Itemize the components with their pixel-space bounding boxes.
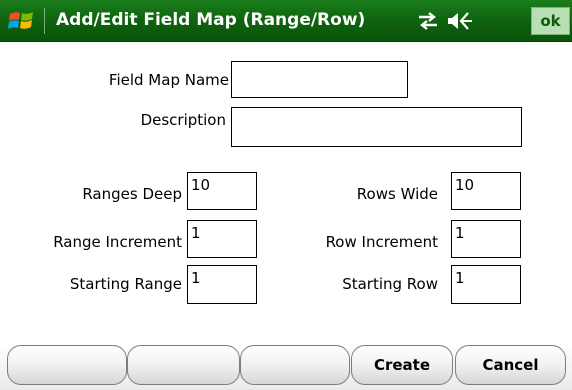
field-map-name-label: Field Map Name [108, 71, 229, 89]
ranges-deep-input[interactable]: 10 [187, 172, 257, 210]
title-separator [44, 8, 45, 34]
title-bar: Add/Edit Field Map (Range/Row) ok [0, 0, 572, 42]
ok-button[interactable]: ok [531, 7, 570, 35]
row-increment-label: Row Increment [325, 233, 438, 251]
connectivity-icon[interactable] [416, 11, 440, 31]
starting-range-input[interactable]: 1 [187, 265, 257, 304]
softkey-blank-1[interactable] [7, 345, 127, 385]
create-button[interactable]: Create [351, 345, 453, 385]
range-increment-input[interactable]: 1 [187, 220, 257, 258]
softkey-blank-2[interactable] [127, 345, 240, 385]
softkey-blank-3[interactable] [240, 345, 350, 385]
range-increment-label: Range Increment [53, 233, 182, 251]
window-title: Add/Edit Field Map (Range/Row) [56, 10, 366, 30]
starting-row-input[interactable]: 1 [451, 265, 521, 304]
ranges-deep-label: Ranges Deep [82, 185, 182, 203]
windows-start-icon[interactable] [8, 9, 34, 33]
starting-row-label: Starting Row [342, 275, 438, 293]
field-map-name-input[interactable] [231, 61, 408, 98]
row-increment-input[interactable]: 1 [451, 220, 521, 258]
rows-wide-label: Rows Wide [356, 185, 438, 203]
starting-range-label: Starting Range [69, 275, 182, 293]
rows-wide-input[interactable]: 10 [451, 172, 521, 210]
description-label: Description [140, 111, 226, 129]
volume-icon[interactable] [446, 10, 474, 32]
description-input[interactable] [231, 107, 522, 147]
cancel-button[interactable]: Cancel [455, 345, 566, 385]
